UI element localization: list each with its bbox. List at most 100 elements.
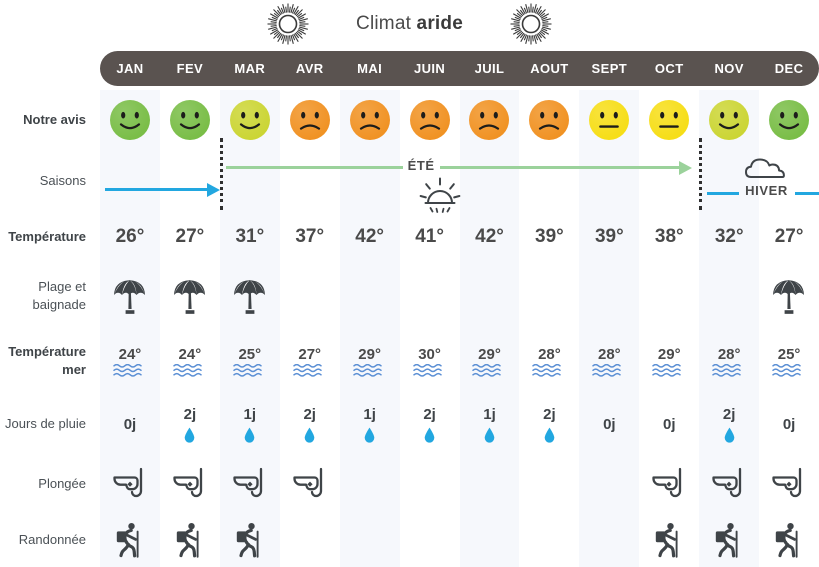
month-header-label: DEC [774, 61, 804, 76]
wave-icon [233, 363, 262, 377]
month-header-label: MAR [234, 61, 266, 76]
sea-temperature-value: 28° [538, 345, 561, 363]
month-header-label: MAI [357, 61, 383, 76]
jours-de-pluie-cell-fev: 2j [160, 406, 220, 443]
temperature-cell-avr: 37° [280, 226, 340, 248]
month-header-row: JAN FEV MAR AVR MAI JUIN JUIL AOUT SEPT OCT NOV DEC [100, 51, 819, 86]
month-header-aout[interactable]: AOUT [519, 51, 579, 86]
jours-de-pluie-cell-mar: 1j [220, 406, 280, 443]
snorkel-mask-icon [712, 467, 742, 498]
month-header-avr[interactable]: AVR [280, 51, 340, 86]
wave-icon [712, 363, 741, 377]
sea-temperature-value: 28° [597, 345, 621, 363]
notre-avis-cell-mar [220, 99, 280, 141]
rain-days-value: 2j [722, 405, 736, 423]
temperature-value: 39° [535, 226, 564, 247]
snorkel-mask-icon [113, 467, 143, 498]
wave-icon [173, 363, 202, 377]
temperature-cell-mar: 31° [220, 226, 280, 248]
plongee-cell-sept [579, 467, 639, 501]
temperature-cell-nov: 32° [699, 226, 759, 248]
sea-temperature-value: 29° [657, 345, 681, 363]
plage-cell-mar [220, 276, 280, 316]
temperature-value: 37° [295, 226, 325, 247]
temperature-value: 26° [115, 226, 145, 247]
rain-days-value: 2j [423, 405, 436, 423]
temperature-mer-cell-avr: 27° [280, 346, 340, 377]
wave-icon [592, 363, 622, 377]
table-row-randonnee: Randonnée [0, 512, 819, 567]
month-header-juil[interactable]: JUIL [460, 51, 520, 86]
climate-table: Climat aride JAN FEV MAR AVR MAI JUIN JUIL AOUT… [0, 0, 819, 567]
month-header-juin[interactable]: JUIN [400, 51, 460, 86]
temperature-mer-cell-nov: 28° [699, 346, 759, 377]
rain-days-value: 0j [123, 415, 137, 433]
temperature-cell-juil: 42° [460, 226, 520, 248]
month-header-jan[interactable]: JAN [100, 51, 160, 86]
page-title-bar: Climat aride [0, 0, 819, 48]
temperature-cell-dec: 27° [759, 226, 819, 248]
hiker-icon [236, 522, 259, 558]
temperature-value: 38° [654, 226, 684, 247]
randonnee-cell-avr [280, 522, 340, 558]
month-header-label: JUIN [413, 61, 446, 76]
sea-temperature-value: 25° [238, 345, 262, 363]
smiley-neutral-yellow-icon [649, 100, 690, 140]
plongee-cell-aout [519, 467, 579, 501]
temperature-mer-cell-fev: 24° [160, 346, 220, 377]
sea-temperature-value: 27° [298, 345, 322, 363]
month-header-mai[interactable]: MAI [340, 51, 400, 86]
month-header-oct[interactable]: OCT [639, 51, 699, 86]
rain-days-value: 1j [243, 405, 257, 423]
hiker-icon [656, 522, 678, 558]
notre-avis-cell-nov [699, 99, 759, 141]
row-label-temperature: Température [8, 229, 86, 245]
plongee-cell-dec [759, 467, 819, 501]
rain-days-value: 0j [663, 415, 676, 433]
temperature-mer-cell-aout: 28° [519, 346, 579, 377]
hiker-icon [116, 522, 139, 558]
temperature-cell-oct: 38° [639, 226, 699, 248]
month-header-mar[interactable]: MAR [220, 51, 280, 86]
temperature-value: 27° [774, 226, 804, 247]
month-header-dec[interactable]: DEC [759, 51, 819, 86]
smiley-frown-orange-icon [529, 100, 570, 140]
notre-avis-cell-oct [639, 99, 699, 141]
sea-temperature-value: 28° [717, 345, 741, 363]
randonnee-cell-aout [519, 522, 579, 558]
smiley-frown-orange-icon [289, 100, 330, 140]
row-label-notre-avis: Notre avis [23, 112, 86, 128]
month-header-label: FEV [176, 61, 204, 76]
plongee-cell-avr [280, 467, 340, 501]
row-label-saisons: Saisons [39, 173, 86, 189]
rain-days-value: 0j [603, 415, 616, 433]
temperature-cell-sept: 39° [579, 226, 639, 248]
temperature-cell-juin: 41° [400, 226, 460, 248]
wave-icon [292, 363, 322, 377]
temperature-value: 39° [594, 226, 624, 247]
notre-avis-cell-jan [100, 99, 160, 141]
month-header-fev[interactable]: FEV [160, 51, 220, 86]
temperature-mer-cell-juin: 30° [400, 346, 460, 377]
beach-umbrella-icon [113, 280, 145, 314]
wave-icon [772, 363, 801, 377]
temperature-value: 41° [415, 226, 444, 247]
row-label-randonnee: Randonnée [18, 531, 86, 547]
notre-avis-cell-aout [519, 99, 579, 141]
month-header-label: NOV [714, 61, 744, 76]
plongee-cell-oct [639, 467, 699, 501]
temperature-mer-cell-juil: 29° [460, 346, 520, 377]
notre-avis-cell-juin [400, 99, 460, 141]
month-header-sept[interactable]: SEPT [579, 51, 639, 86]
randonnee-cell-nov [699, 522, 759, 558]
wave-icon [113, 363, 142, 377]
table-body: Notre avis Saisons Température 26° 27° 31°… [0, 90, 819, 567]
smiley-frown-orange-icon [409, 100, 450, 140]
rain-drop-icon [484, 427, 495, 443]
month-header-nov[interactable]: NOV [699, 51, 759, 86]
temperature-cell-aout: 39° [519, 226, 579, 248]
table-row-plongee: Plongée [0, 456, 819, 512]
temperature-value: 27° [175, 226, 205, 247]
month-header-label: AVR [295, 61, 324, 76]
temperature-value: 31° [235, 226, 265, 247]
